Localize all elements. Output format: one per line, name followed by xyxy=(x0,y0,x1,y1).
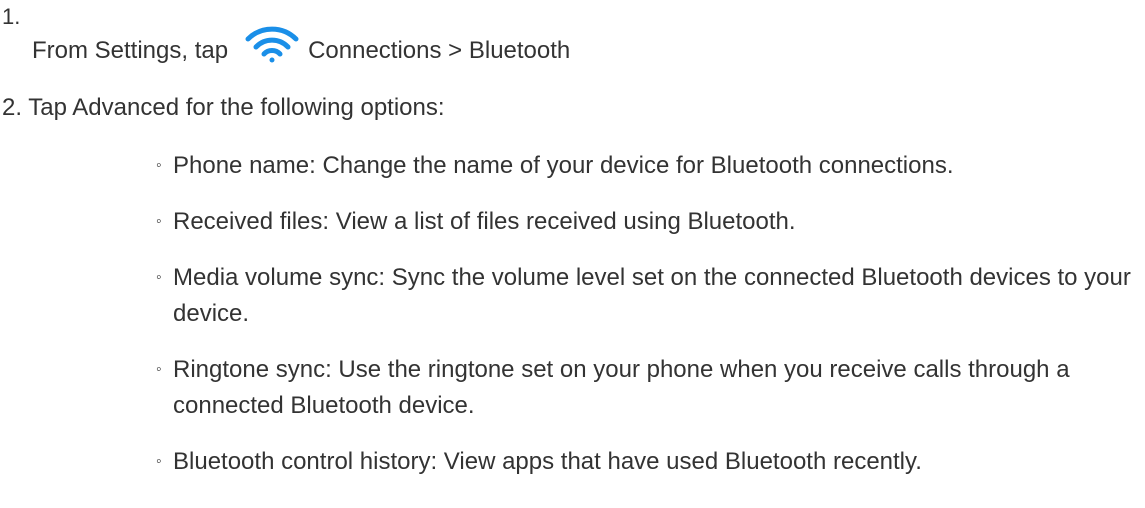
step-1-number: 1. xyxy=(2,4,21,29)
bullet: ◦ xyxy=(156,157,162,174)
instructions-page: 1. From Settings, tap Connections > Blue… xyxy=(0,0,1145,508)
option-text: Ringtone sync: Use the ringtone set on y… xyxy=(173,356,1070,419)
list-item: ◦ Phone name: Change the name of your de… xyxy=(156,148,1141,184)
list-item: ◦ Media volume sync: Sync the volume lev… xyxy=(156,260,1141,332)
step-1-text-after-icon: Connections > Bluetooth xyxy=(308,37,571,64)
step-1-text: From Settings, tap Connections > Bluetoo… xyxy=(32,26,571,69)
step-1: 1. From Settings, tap Connections > Blue… xyxy=(0,0,1145,68)
list-item: ◦ Ringtone sync: Use the ringtone set on… xyxy=(156,352,1141,424)
bullet: ◦ xyxy=(156,453,162,470)
option-text: Phone name: Change the name of your devi… xyxy=(173,152,954,179)
bullet: ◦ xyxy=(156,213,162,230)
advanced-options-list: ◦ Phone name: Change the name of your de… xyxy=(156,148,1141,500)
bullet: ◦ xyxy=(156,269,162,286)
bullet: ◦ xyxy=(156,361,162,378)
option-text: Media volume sync: Sync the volume level… xyxy=(173,264,1131,327)
list-item: ◦ Received files: View a list of files r… xyxy=(156,204,1141,240)
list-item: ◦ Bluetooth control history: View apps t… xyxy=(156,444,1141,480)
step-1-text-before-icon: From Settings, tap xyxy=(32,37,229,64)
wifi-icon xyxy=(242,23,302,63)
option-text: Bluetooth control history: View apps tha… xyxy=(173,448,922,475)
option-text: Received files: View a list of files rec… xyxy=(173,208,796,235)
step-2: 2. Tap Advanced for the following option… xyxy=(2,94,445,121)
